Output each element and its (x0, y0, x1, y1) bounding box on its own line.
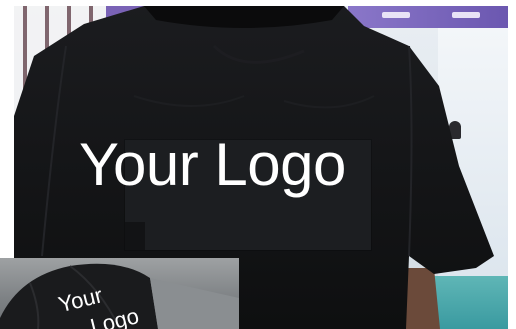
shirt-logo-text: Your Logo (79, 131, 346, 198)
cap-photo-inset: Your Logo (0, 258, 239, 329)
